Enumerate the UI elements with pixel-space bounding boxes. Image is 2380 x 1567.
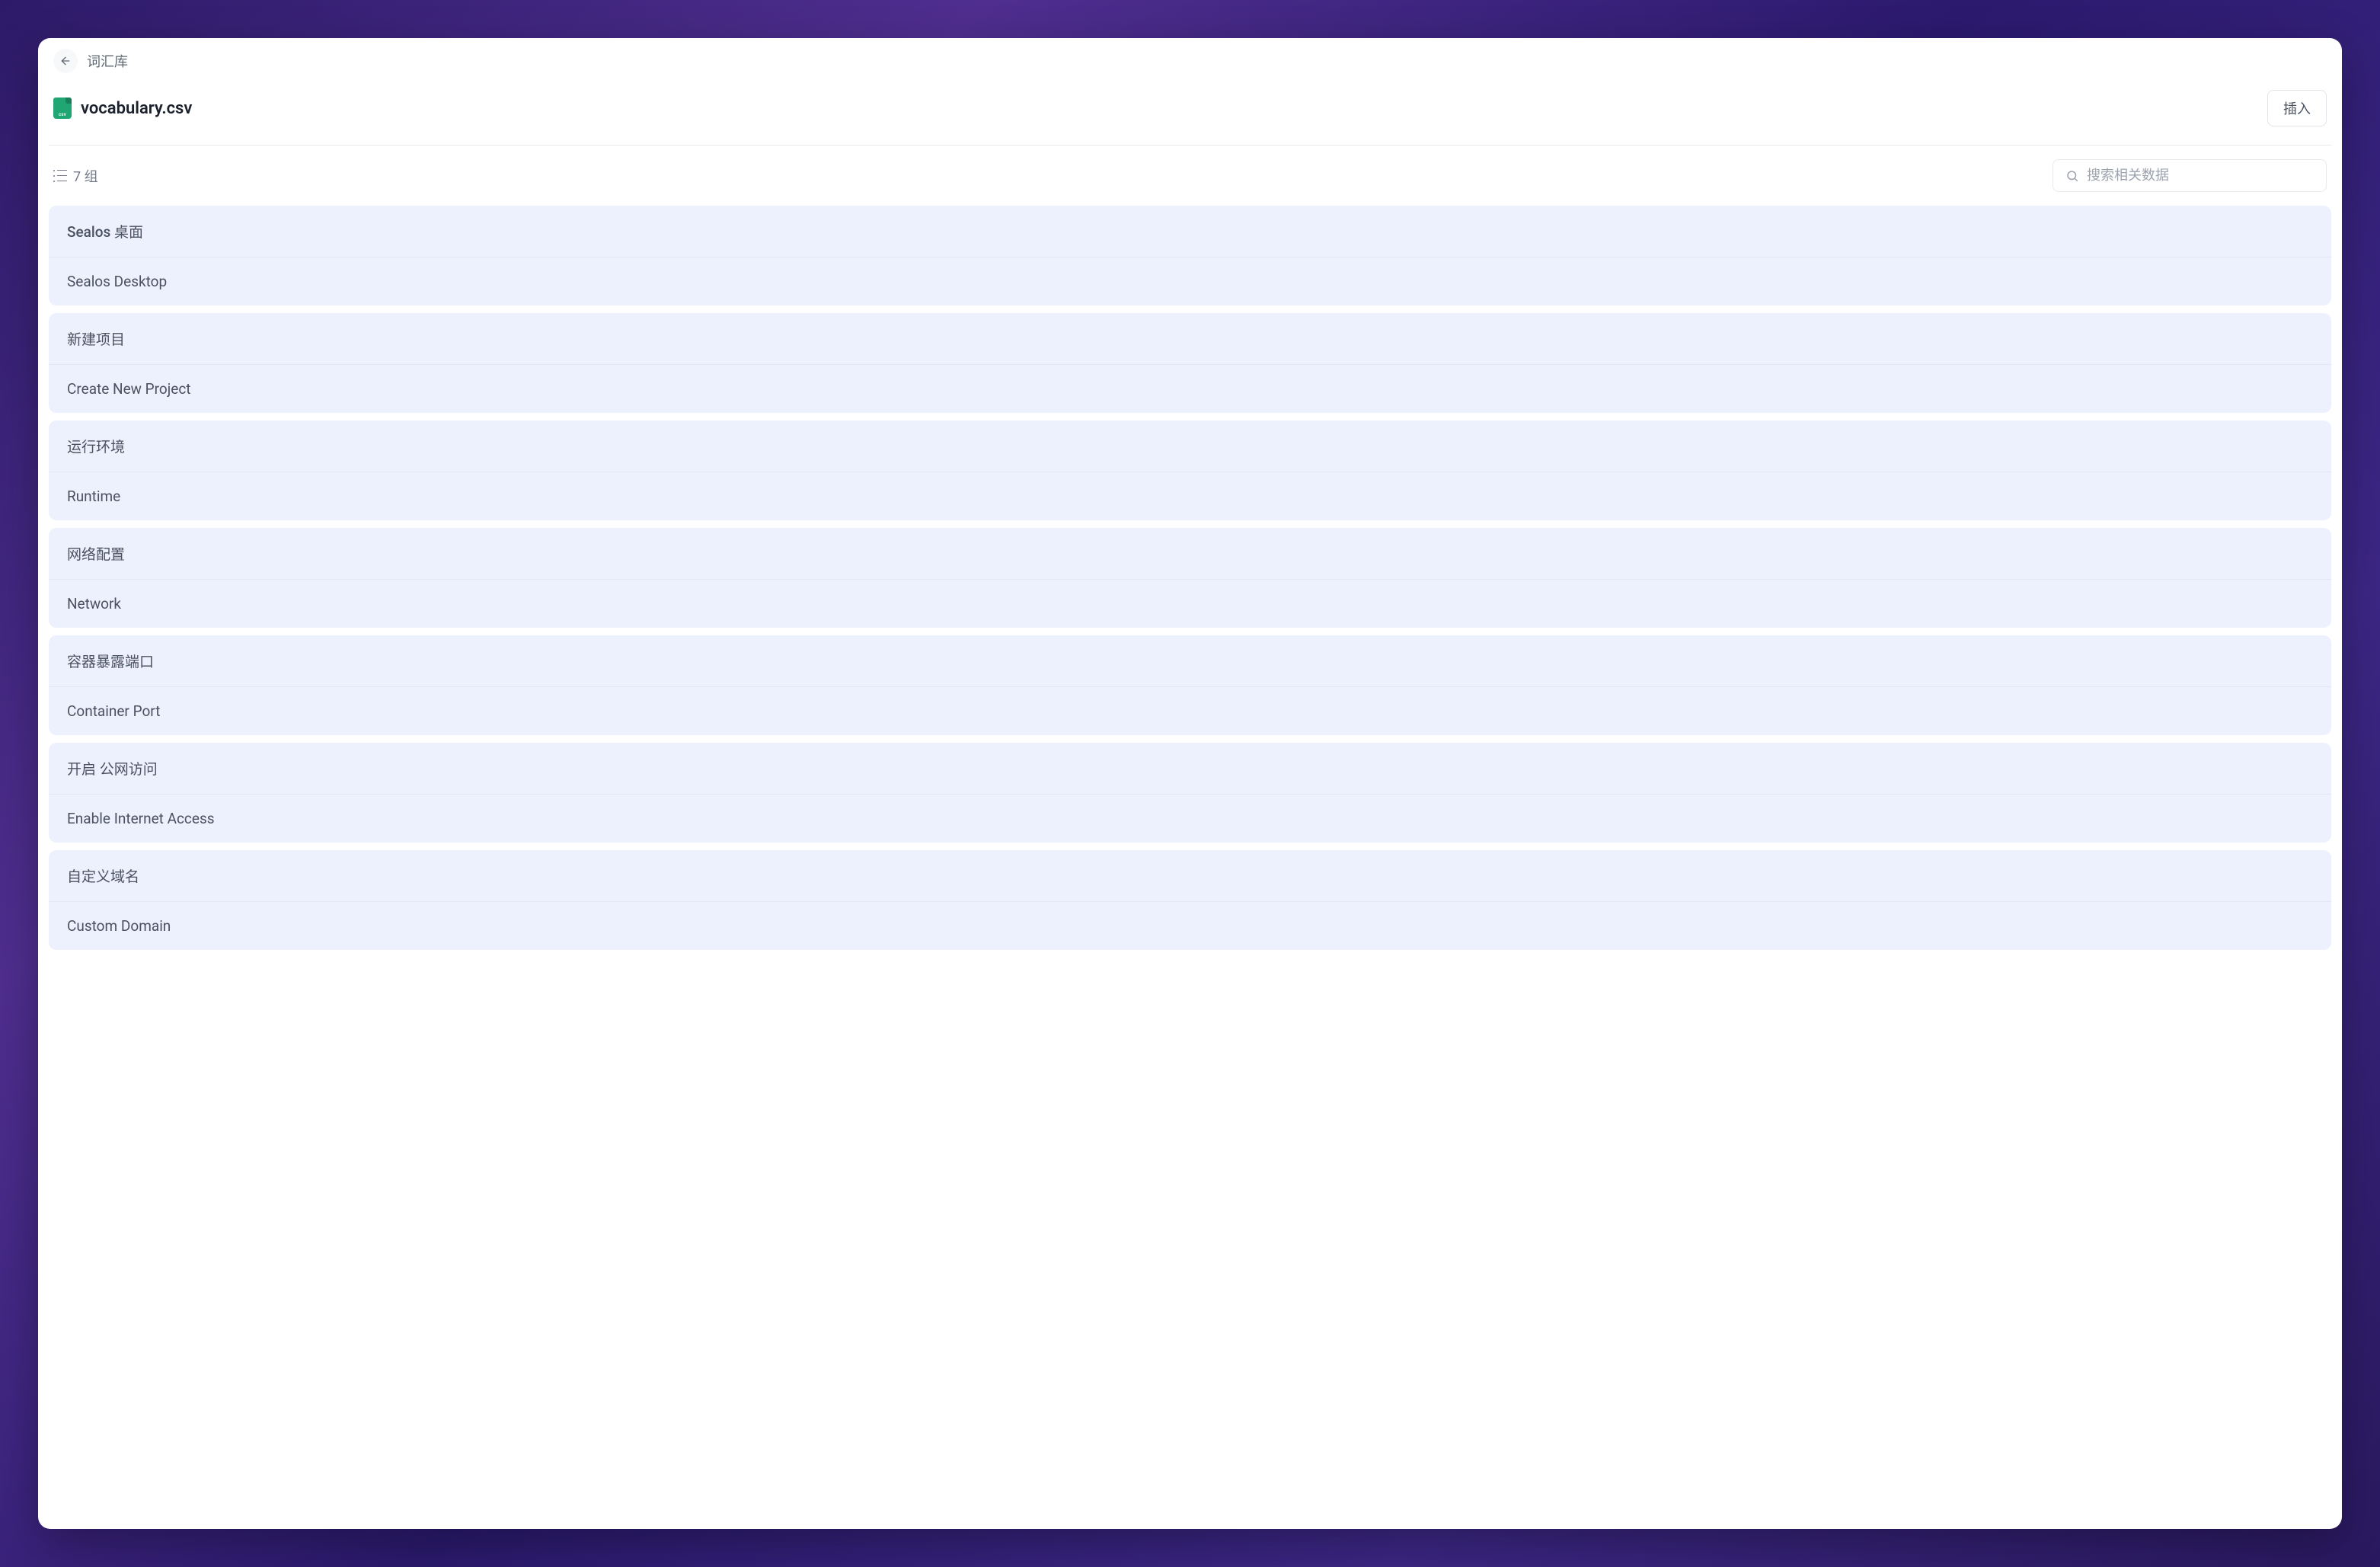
vocab-target: Sealos Desktop [49,257,2331,305]
vocab-target: Custom Domain [49,902,2331,950]
vocab-group[interactable]: 网络配置Network [49,528,2331,628]
insert-button[interactable]: 插入 [2267,90,2327,126]
vocab-source: 新建项目 [49,313,2331,365]
list-icon [53,170,67,182]
vocab-source: 网络配置 [49,528,2331,580]
top-bar: 词汇库 [38,38,2342,84]
group-count-label: 7 组 [73,166,98,186]
vocab-group[interactable]: Sealos 桌面Sealos Desktop [49,206,2331,305]
vocab-target: Create New Project [49,365,2331,413]
file-title: vocabulary.csv [53,98,192,119]
vocab-group[interactable]: 开启 公网访问Enable Internet Access [49,743,2331,843]
search-input[interactable] [2087,168,2314,184]
vocab-group[interactable]: 新建项目Create New Project [49,313,2331,413]
vocab-target: Enable Internet Access [49,795,2331,843]
vocab-group[interactable]: 容器暴露端口Container Port [49,635,2331,735]
search-icon [2065,169,2079,183]
file-name: vocabulary.csv [81,99,192,118]
vocab-target: Runtime [49,472,2331,520]
group-count: 7 组 [53,166,98,186]
vocab-source: 容器暴露端口 [49,635,2331,687]
file-header: vocabulary.csv 插入 [38,84,2342,145]
controls-bar: 7 组 [38,146,2342,206]
vocab-source: 运行环境 [49,421,2331,472]
vocab-group[interactable]: 运行环境Runtime [49,421,2331,520]
search-box[interactable] [2053,159,2327,192]
vocab-target: Container Port [49,687,2331,735]
vocab-target: Network [49,580,2331,628]
main-window: 词汇库 vocabulary.csv 插入 7 组 Sealos 桌面Sealo [38,38,2342,1529]
back-button[interactable] [53,49,78,73]
vocab-source: Sealos 桌面 [49,206,2331,257]
vocab-source: 自定义域名 [49,850,2331,902]
vocab-source: 开启 公网访问 [49,743,2331,795]
vocab-group[interactable]: 自定义域名Custom Domain [49,850,2331,950]
content-area: Sealos 桌面Sealos Desktop新建项目Create New Pr… [38,206,2342,1529]
arrow-left-icon [59,55,72,67]
breadcrumb: 词汇库 [87,51,128,71]
csv-file-icon [53,98,72,119]
